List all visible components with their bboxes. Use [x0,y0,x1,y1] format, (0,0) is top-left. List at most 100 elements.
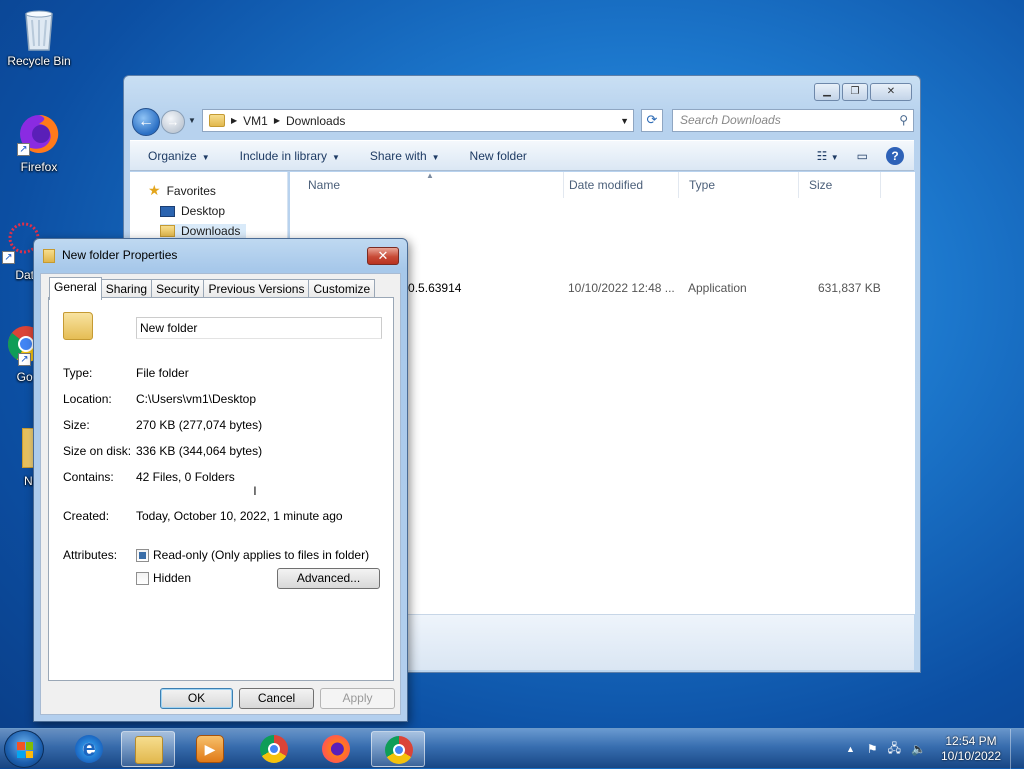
nav-downloads-label: Downloads [181,224,241,238]
taskbar-chrome[interactable] [247,731,301,767]
advanced-button[interactable]: Advanced... [277,568,380,589]
share-with-button[interactable]: Share with ▼ [370,149,440,163]
breadcrumb-separator-icon[interactable]: ▶ [231,116,237,125]
refresh-button[interactable]: ⟳ [641,109,663,132]
action-center-flag-icon[interactable]: ⚑ [867,742,878,756]
nav-favorites[interactable]: ★ Favorites [148,182,216,199]
taskbar-chrome-2[interactable] [371,731,425,767]
created-value: Today, October 10, 2022, 1 minute ago [136,509,343,523]
include-in-library-button[interactable]: Include in library ▼ [240,149,340,163]
nav-desktop-label: Desktop [181,204,226,218]
address-dropdown-icon[interactable]: ▼ [620,116,629,126]
type-label: Type: [63,366,93,380]
folder-icon [63,312,93,340]
ok-button[interactable]: OK [160,688,233,709]
file-type: Application [688,281,747,295]
chevron-down-icon: ▼ [332,152,340,162]
start-button[interactable] [4,730,44,768]
internet-explorer-icon: e [75,735,103,763]
tab-general[interactable]: General [49,277,102,300]
attributes-label: Attributes: [63,548,118,562]
taskbar-internet-explorer[interactable]: e [62,731,116,767]
taskbar-media-player[interactable]: ▶ [183,731,237,767]
taskbar-file-explorer[interactable] [121,731,175,767]
search-icon: ⚲ [899,113,908,127]
column-header-size[interactable]: Size [799,172,881,198]
address-row: ← → ▼ ▶ VM1 ▶ Downloads ▼ ⟳ Search Downl… [132,108,914,136]
shortcut-arrow-icon: ↗ [18,353,31,366]
organize-label: Organize [148,148,197,163]
hidden-checkbox[interactable]: Hidden [136,571,191,585]
change-view-icon[interactable]: ☷ ▼ [817,149,839,163]
windows-logo-icon [17,742,33,758]
maximize-button[interactable]: ❐ [842,83,868,101]
preview-pane-icon[interactable]: ▭ [857,149,868,163]
readonly-label: Read-only (Only applies to files in fold… [153,548,370,562]
nav-favorites-label: Favorites [166,183,216,198]
breadcrumb-separator-icon[interactable]: ▶ [274,116,280,125]
chevron-down-icon: ▼ [201,152,210,162]
network-icon[interactable]: 🖧 [888,739,901,760]
show-hidden-icons-icon[interactable]: ▲ [846,744,855,754]
command-bar: Organize ▼ Include in library ▼ Share with… [130,140,914,171]
checkbox-icon [136,571,149,585]
location-value: C:\Users\vm1\Desktop [136,392,257,406]
dialog-body: General Sharing Security Previous Versio… [40,273,401,715]
taskbar-firefox[interactable] [309,731,363,767]
contains-value: 42 Files, 0 Folders [136,470,235,484]
readonly-checkbox[interactable]: Read-only (Only applies to files in fold… [136,548,369,562]
search-input[interactable]: Search Downloads ⚲ [672,109,914,132]
divider [63,534,380,535]
divider [63,352,380,353]
new-folder-button[interactable]: New folder [470,149,527,163]
file-explorer-icon [135,736,163,764]
properties-dialog[interactable]: New folder Properties ✕ General Sharing … [33,238,408,722]
minimize-button[interactable]: ▁ [814,83,840,101]
window-controls: ▁ ❐ ✕ [814,83,912,101]
created-label: Created: [63,509,110,523]
hidden-label: Hidden [153,571,192,585]
type-value: File folder [136,366,189,380]
desktop-icon [160,205,175,217]
nav-downloads[interactable]: Downloads [160,224,247,238]
text-cursor-icon: I [253,483,257,499]
column-header-date-modified[interactable]: Date modified [559,172,679,198]
forward-button[interactable]: → [161,110,185,134]
recent-pages-dropdown-icon[interactable]: ▼ [188,116,196,125]
size-label: Size: [63,418,90,432]
desktop-icon-recycle-bin[interactable]: Recycle Bin [1,6,77,68]
folder-icon [43,249,55,263]
size-value: 270 KB (277,074 bytes) [136,418,263,432]
sort-arrow-icon: ▲ [426,171,434,180]
media-player-icon: ▶ [196,735,224,763]
address-bar[interactable]: ▶ VM1 ▶ Downloads ▼ [202,109,634,132]
cancel-button[interactable]: Cancel [239,688,314,709]
nav-desktop[interactable]: Desktop [160,204,225,218]
volume-icon[interactable]: 🔈 [911,742,926,756]
close-button[interactable]: ✕ [870,83,912,101]
taskbar: e ▶ ▲ ⚑ 🖧 🔈 12:54 PM 10/10/2022 [0,728,1024,769]
folder-name-input[interactable]: New folder [136,317,382,339]
desktop-icon-label: Recycle Bin [7,54,71,68]
chevron-down-icon: ▼ [431,152,440,162]
search-placeholder: Search Downloads [680,113,781,127]
checkbox-mixed-icon [136,548,149,562]
dialog-close-button[interactable]: ✕ [367,247,399,265]
column-header-name[interactable]: Name ▲ [298,171,564,198]
shortcut-arrow-icon: ↗ [17,143,30,156]
help-icon[interactable]: ? [886,146,904,165]
system-tray: ▲ ⚑ 🖧 🔈 12:54 PM 10/10/2022 [846,729,1024,769]
contains-label: Contains: [63,470,114,484]
show-desktop-button[interactable] [1010,729,1024,769]
clock[interactable]: 12:54 PM 10/10/2022 [932,734,1010,764]
organize-button[interactable]: Organize ▼ [148,149,210,163]
breadcrumb-item-vm1[interactable]: VM1 [243,114,268,128]
breadcrumb-item-downloads[interactable]: Downloads [286,114,345,128]
apply-button[interactable]: Apply [320,688,395,709]
column-header-type[interactable]: Type [679,172,799,198]
chrome-icon [385,736,413,764]
desktop-icon-firefox[interactable]: ↗ Firefox [1,112,77,174]
dialog-title: New folder Properties [62,248,178,262]
file-date-modified: 10/10/2022 12:48 ... [568,281,675,295]
back-button[interactable]: ← [132,108,160,136]
